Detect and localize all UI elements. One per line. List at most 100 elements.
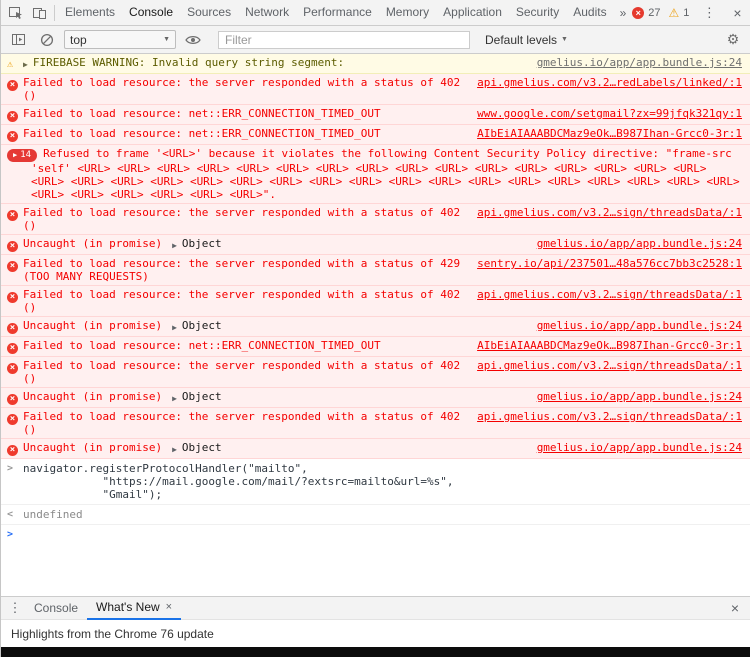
whats-new-title: Highlights from the Chrome 76 update [11,627,214,641]
source-link[interactable]: api.gmelius.com/v3.2…sign/threadsData/:1 [477,359,742,372]
console-input[interactable]: > [1,525,750,543]
repeat-count-badge[interactable]: ▶14 [7,149,37,162]
log-levels-label: Default levels [485,33,557,47]
source-link[interactable]: api.gmelius.com/v3.2…sign/threadsData/:1 [477,288,742,301]
expand-triangle-icon[interactable]: ▶ [172,239,177,252]
tab-security[interactable]: Security [509,0,566,25]
tab-elements[interactable]: Elements [58,0,122,25]
devtools-tab-bar: Elements Console Sources Network Perform… [1,0,750,26]
error-icon: × [7,445,18,456]
message-text: Failed to load resource: the server resp… [23,359,465,385]
console-message: ▶14Refused to frame '<URL>' because it v… [1,145,750,204]
object-preview[interactable]: Object [182,441,222,454]
expand-triangle-icon[interactable]: ▶ [172,443,177,456]
source-link[interactable]: gmelius.io/app/app.bundle.js:24 [537,390,742,403]
console-empty-space [1,543,750,596]
object-preview[interactable]: Object [182,237,222,250]
inspect-element-icon[interactable] [3,1,27,25]
error-icon: × [7,292,18,303]
expand-triangle-icon[interactable]: ▶ [172,392,177,405]
source-link[interactable]: api.gmelius.com/v3.2…sign/threadsData/:1 [477,410,742,423]
error-count[interactable]: 27 [648,7,660,19]
object-preview[interactable]: Object [182,390,222,403]
source-link[interactable]: gmelius.io/app/app.bundle.js:24 [537,237,742,250]
live-expression-eye-icon[interactable] [181,28,205,52]
command-code: navigator.registerProtocolHandler("mailt… [23,462,453,501]
devtools-window: Elements Console Sources Network Perform… [0,0,750,657]
console-messages-pane: ⚠ ▶ FIREBASE WARNING: Invalid query stri… [1,54,750,596]
drawer-tab-whats-new[interactable]: What's New × [87,597,181,620]
source-link[interactable]: api.gmelius.com/v3.2…redLabels/linked/:1 [477,76,742,89]
warning-icon: ⚠ [7,59,13,70]
error-icon: × [7,111,18,122]
device-toolbar-icon[interactable] [27,1,51,25]
close-tab-icon[interactable]: × [166,597,172,618]
devtools-close-icon[interactable]: × [725,1,749,25]
error-icon: × [7,414,18,425]
source-link[interactable]: www.google.com/setgmail?zx=99jfqk321qy:1 [477,107,742,120]
tab-audits[interactable]: Audits [566,0,613,25]
source-link[interactable]: sentry.io/api/237501…48a576cc7bb3c2528:1 [477,257,742,270]
object-preview[interactable]: Object [182,319,222,332]
console-message: × Failed to load resource: net::ERR_CONN… [1,337,750,357]
frame-context-select[interactable]: top ▼ [64,30,176,49]
drawer: ⋮ Console What's New × × Highlights from… [1,596,750,657]
tab-memory[interactable]: Memory [379,0,436,25]
message-text: Failed to load resource: net::ERR_CONNEC… [23,127,465,140]
console-message: × Uncaught (in promise) ▶ Object gmelius… [1,388,750,408]
console-sidebar-icon[interactable] [6,28,30,52]
warning-count[interactable]: 1 [683,7,689,19]
source-link[interactable]: gmelius.io/app/app.bundle.js:24 [537,319,742,332]
error-icon: × [7,343,18,354]
tab-network[interactable]: Network [238,0,296,25]
tab-console[interactable]: Console [122,0,180,25]
source-link[interactable]: gmelius.io/app/app.bundle.js:24 [537,441,742,454]
drawer-tab-label: What's New [96,597,160,618]
source-link[interactable]: gmelius.io/app/app.bundle.js:24 [537,56,742,69]
message-text: Failed to load resource: the server resp… [23,410,465,436]
input-prompt-icon: > [7,528,23,540]
console-message: × Uncaught (in promise) ▶ Object gmelius… [1,317,750,337]
expand-triangle-icon[interactable]: ▶ [23,56,28,71]
console-message: × Failed to load resource: net::ERR_CONN… [1,125,750,145]
filter-input[interactable] [218,31,470,49]
expand-triangle-icon[interactable]: ▶ [172,321,177,334]
console-message: × Failed to load resource: the server re… [1,74,750,105]
drawer-close-icon[interactable]: × [724,600,746,616]
console-command-echo: > navigator.registerProtocolHandler("mai… [1,459,750,505]
drawer-tab-bar: ⋮ Console What's New × × [1,597,750,620]
console-message: × Uncaught (in promise) ▶ Object gmelius… [1,235,750,255]
console-message: × Uncaught (in promise) ▶ Object gmelius… [1,439,750,459]
message-text: Refused to frame '<URL>' because it viol… [31,147,740,201]
more-tabs-icon[interactable]: » [614,6,633,20]
error-icon: × [7,261,18,272]
log-levels-select[interactable]: Default levels ▼ [485,33,568,47]
source-link[interactable]: AIbEiAIAAABDCMaz9eOk…B987Ihan-Grcc0-3r:1 [477,339,742,352]
console-message: × Failed to load resource: the server re… [1,286,750,317]
warning-count-icon[interactable]: ⚠ [669,7,680,19]
message-text: Failed to load resource: the server resp… [23,288,465,314]
console-message: × Failed to load resource: the server re… [1,204,750,235]
whats-new-panel: Highlights from the Chrome 76 update [1,620,750,647]
settings-gear-icon[interactable]: ⚙ [721,28,745,52]
drawer-tab-console[interactable]: Console [25,597,87,620]
error-count-icon[interactable]: × [632,7,644,19]
expand-triangle-icon: ▶ [13,151,17,159]
tab-sources[interactable]: Sources [180,0,238,25]
tab-performance[interactable]: Performance [296,0,379,25]
message-text: Failed to load resource: the server resp… [23,257,465,283]
console-message: × Failed to load resource: the server re… [1,255,750,286]
command-prompt-icon: > [7,462,23,501]
drawer-menu-icon[interactable]: ⋮ [5,600,25,616]
message-text: FIREBASE WARNING: Invalid query string s… [33,56,525,69]
devtools-menu-icon[interactable]: ⋮ [697,1,721,25]
chevron-down-icon: ▼ [163,36,170,43]
source-link[interactable]: api.gmelius.com/v3.2…sign/threadsData/:1 [477,206,742,219]
error-icon: × [7,323,18,334]
source-link[interactable]: AIbEiAIAAABDCMaz9eOk…B987Ihan-Grcc0-3r:1 [477,127,742,140]
message-text: Uncaught (in promise) [23,319,162,332]
message-text: Failed to load resource: the server resp… [23,206,465,232]
error-icon: × [7,80,18,91]
clear-console-icon[interactable] [35,28,59,52]
tab-application[interactable]: Application [436,0,509,25]
